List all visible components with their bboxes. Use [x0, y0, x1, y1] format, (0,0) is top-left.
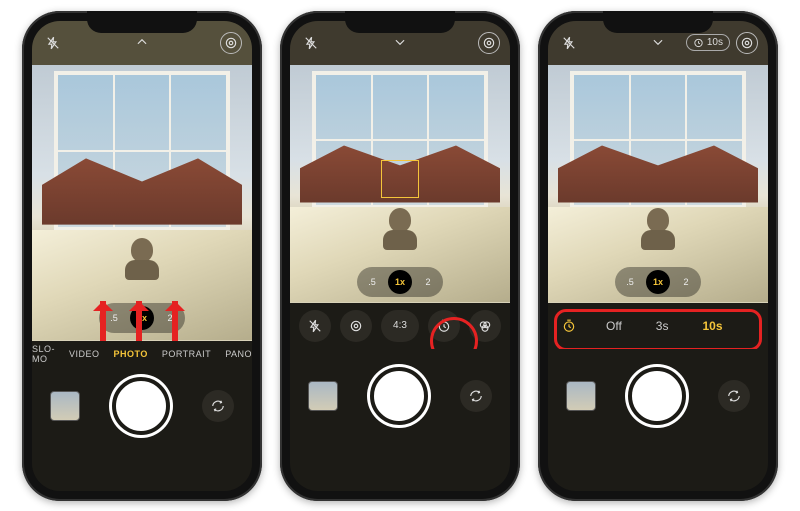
live-photo-icon[interactable]	[478, 32, 500, 54]
live-photo-toggle-icon[interactable]	[340, 310, 372, 342]
viewfinder[interactable]: .5 1x 2	[32, 65, 252, 341]
viewfinder[interactable]: .5 1x 2	[290, 65, 510, 303]
shutter-button[interactable]	[370, 367, 428, 425]
scene-subject	[641, 208, 675, 250]
controls-chevron-down-icon[interactable]	[651, 35, 665, 52]
camera-screen: .5 1x 2 SLO-MO VIDEO PHOTO PORTRAIT PANO	[32, 21, 252, 491]
notch	[345, 11, 455, 33]
viewfinder[interactable]: .5 1x 2	[548, 65, 768, 303]
timer-badge[interactable]: 10s	[686, 34, 730, 51]
timer-options: Off 3s 10s	[548, 303, 768, 349]
zoom-wide[interactable]: 1x	[388, 270, 412, 294]
controls-chevron-up-icon[interactable]	[135, 35, 149, 52]
zoom-ultrawide[interactable]: .5	[360, 270, 384, 294]
switch-camera-icon[interactable]	[718, 380, 750, 412]
controls-chevron-down-icon[interactable]	[393, 35, 407, 52]
focus-indicator	[381, 160, 419, 198]
phone-step-2: .5 1x 2 4:3	[280, 11, 520, 501]
camera-screen: .5 1x 2 4:3	[290, 21, 510, 491]
annotation-arrow	[100, 301, 106, 341]
bottom-controls	[290, 349, 510, 453]
last-photo-thumbnail[interactable]	[308, 381, 338, 411]
shutter-button[interactable]	[628, 367, 686, 425]
scene-subject	[125, 238, 159, 280]
timer-icon[interactable]	[428, 310, 460, 342]
phone-step-1: .5 1x 2 SLO-MO VIDEO PHOTO PORTRAIT PANO	[22, 11, 262, 501]
mode-item[interactable]: SLO-MO	[32, 344, 55, 364]
mode-item[interactable]: VIDEO	[69, 349, 100, 359]
timer-option-10s[interactable]: 10s	[692, 319, 732, 333]
annotation-arrow	[136, 301, 142, 341]
notch	[87, 11, 197, 33]
zoom-tele[interactable]: 2	[674, 270, 698, 294]
timer-badge-label: 10s	[707, 37, 723, 48]
scene-subject	[383, 208, 417, 250]
flash-icon[interactable]	[558, 32, 580, 54]
bottom-controls: SLO-MO VIDEO PHOTO PORTRAIT PANO	[32, 341, 252, 491]
mode-item[interactable]: PANO	[225, 349, 252, 359]
mode-item[interactable]: PORTRAIT	[162, 349, 211, 359]
phone-step-3: 10s .5 1x 2 Off	[538, 11, 778, 501]
switch-camera-icon[interactable]	[460, 380, 492, 412]
filters-icon[interactable]	[469, 310, 501, 342]
mode-item-active[interactable]: PHOTO	[114, 349, 148, 359]
expanded-toolbar: 4:3	[290, 303, 510, 349]
switch-camera-icon[interactable]	[202, 390, 234, 422]
timer-option-3s[interactable]: 3s	[646, 319, 679, 333]
mode-selector[interactable]: SLO-MO VIDEO PHOTO PORTRAIT PANO	[32, 341, 252, 367]
live-photo-icon[interactable]	[736, 32, 758, 54]
bottom-controls	[548, 349, 768, 453]
camera-screen: 10s .5 1x 2 Off	[548, 21, 768, 491]
live-photo-icon[interactable]	[220, 32, 242, 54]
timer-icon	[556, 313, 582, 339]
timer-option-off[interactable]: Off	[596, 319, 632, 333]
shutter-button[interactable]	[112, 377, 170, 435]
last-photo-thumbnail[interactable]	[566, 381, 596, 411]
annotation-arrow	[172, 301, 178, 341]
flash-toggle-icon[interactable]	[299, 310, 331, 342]
flash-icon[interactable]	[42, 32, 64, 54]
zoom-control[interactable]: .5 1x 2	[357, 267, 443, 297]
flash-icon[interactable]	[300, 32, 322, 54]
last-photo-thumbnail[interactable]	[50, 391, 80, 421]
aspect-ratio-button[interactable]: 4:3	[381, 310, 419, 342]
notch	[603, 11, 713, 33]
zoom-tele[interactable]: 2	[416, 270, 440, 294]
zoom-ultrawide[interactable]: .5	[618, 270, 642, 294]
zoom-control[interactable]: .5 1x 2	[615, 267, 701, 297]
zoom-wide[interactable]: 1x	[646, 270, 670, 294]
